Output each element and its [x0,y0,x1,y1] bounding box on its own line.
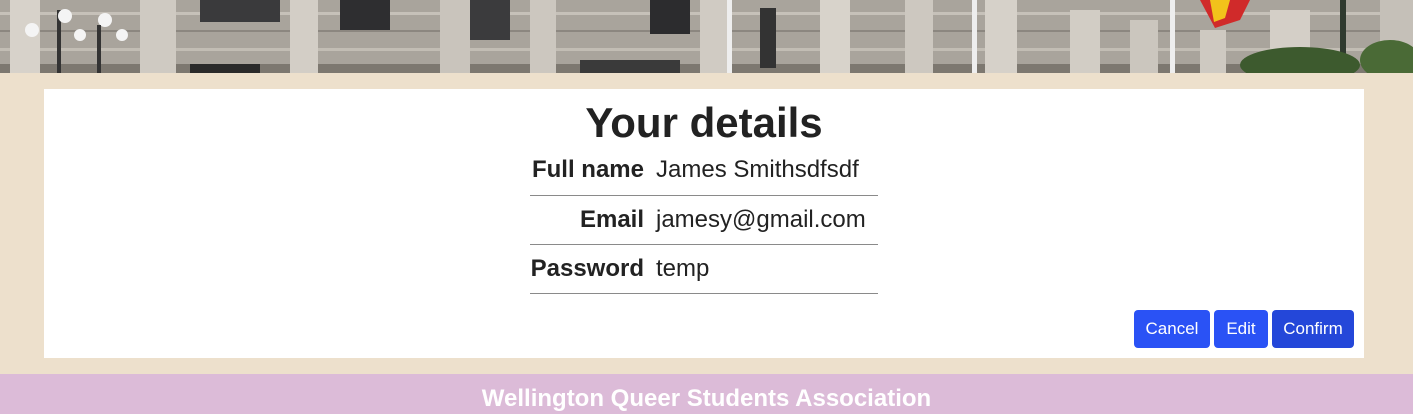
edit-button[interactable]: Edit [1214,310,1268,348]
email-value: jamesy@gmail.com [656,195,878,245]
password-label: Password [530,244,656,294]
parliament-building-photo [0,0,1413,73]
page-title: Your details [585,99,823,146]
details-row-password: Password temp [530,244,878,294]
footer-org-name: Wellington Queer Students Association [481,385,932,412]
confirm-button[interactable]: Confirm [1272,310,1354,348]
details-card: Your details Full name James Smithsdfsdf… [44,89,1364,358]
details-row-email: Email jamesy@gmail.com [530,195,878,245]
cancel-button[interactable]: Cancel [1134,310,1210,348]
full-name-label: Full name [530,146,656,196]
footer-banner: Wellington Queer Students Association [0,374,1413,414]
email-label: Email [530,195,656,245]
details-table: Full name James Smithsdfsdf Email jamesy… [530,146,878,294]
password-value: temp [656,244,878,294]
hero-banner-image [0,0,1413,73]
details-row-full-name: Full name James Smithsdfsdf [530,146,878,196]
full-name-value: James Smithsdfsdf [656,146,878,196]
